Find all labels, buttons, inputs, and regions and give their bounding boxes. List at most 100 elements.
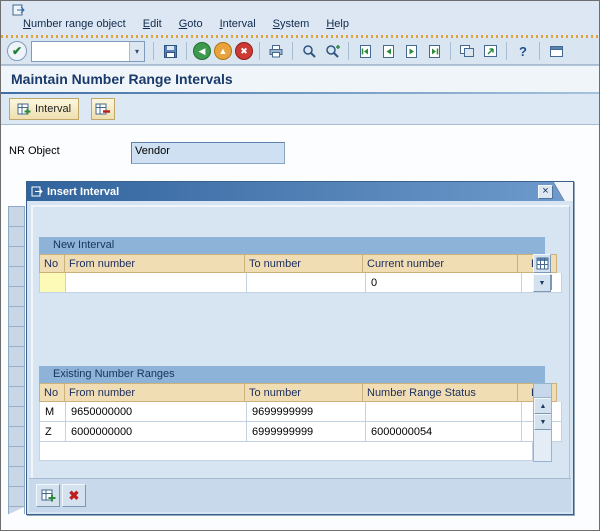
- interval-button[interactable]: Interval: [9, 98, 80, 120]
- arrow-down-icon: ▼: [539, 418, 547, 426]
- insert-icon: [41, 489, 55, 502]
- interval-button-label: Interval: [35, 103, 72, 115]
- page-title: Maintain Number Range Intervals: [11, 71, 233, 87]
- row-selector-cell[interactable]: [9, 407, 24, 427]
- enter-icon[interactable]: ✔: [7, 41, 27, 61]
- menu-system[interactable]: System: [273, 18, 310, 30]
- column-header-status: Number Range Status: [363, 383, 518, 402]
- save-button[interactable]: [159, 41, 181, 62]
- toolbar-separator: [450, 42, 451, 60]
- menu-goto[interactable]: Goto: [179, 18, 203, 30]
- dialog-corner-fold: [551, 182, 573, 201]
- back-icon: ◀: [198, 45, 206, 56]
- delete-interval-button[interactable]: [91, 98, 115, 120]
- row-selector-cell[interactable]: [9, 207, 24, 227]
- row-selector-cell[interactable]: [9, 287, 24, 307]
- row-selector-cell[interactable]: [9, 227, 24, 247]
- create-shortcut-button[interactable]: [479, 41, 501, 62]
- row-selector-cell[interactable]: [9, 467, 24, 487]
- new-from-cell[interactable]: [66, 273, 247, 293]
- save-icon: [163, 44, 177, 58]
- toolbar-separator: [506, 42, 507, 60]
- menu-interval[interactable]: Interval: [220, 18, 256, 30]
- insert-button[interactable]: [36, 484, 60, 507]
- scrollbar-thumb[interactable]: [534, 384, 551, 398]
- insert-interval-dialog: Insert Interval × New Interval No From n…: [26, 181, 574, 515]
- previous-page-icon: [382, 44, 394, 58]
- existing-from-cell[interactable]: 9650000000: [66, 402, 247, 422]
- scroll-down-button[interactable]: ▼: [534, 414, 551, 430]
- command-input[interactable]: [32, 41, 129, 61]
- menu-number-range-object[interactable]: Number range object: [23, 18, 126, 30]
- table-settings-icon: [536, 257, 548, 270]
- row-selector-cell[interactable]: [9, 447, 24, 467]
- exit-button[interactable]: ▲: [214, 42, 232, 60]
- existing-status-cell[interactable]: [366, 402, 522, 422]
- table-settings-button[interactable]: [533, 254, 551, 273]
- customize-layout-button[interactable]: [545, 41, 567, 62]
- existing-no-cell[interactable]: M: [39, 402, 66, 422]
- row-selector-cell[interactable]: [9, 367, 24, 387]
- new-interval-row: 0: [39, 273, 562, 293]
- existing-no-cell[interactable]: Z: [39, 422, 66, 442]
- dialog-footer: ✖: [29, 478, 571, 512]
- command-dropdown-icon[interactable]: ▾: [129, 41, 144, 61]
- column-header-no: No: [39, 254, 65, 273]
- existing-header-row: No From number To number Number Range St…: [39, 383, 557, 402]
- back-button[interactable]: ◀: [193, 42, 211, 60]
- existing-to-cell[interactable]: 6999999999: [247, 422, 366, 442]
- next-page-button[interactable]: [400, 41, 422, 62]
- help-icon: ?: [519, 43, 527, 59]
- close-icon: ×: [542, 185, 549, 197]
- cancel-button[interactable]: ✖: [235, 42, 253, 60]
- application-toolbar: Interval: [1, 94, 599, 125]
- title-area: Maintain Number Range Intervals: [1, 67, 599, 92]
- row-selector-cell[interactable]: [9, 267, 24, 287]
- dialog-cancel-button[interactable]: ✖: [62, 484, 86, 507]
- command-field[interactable]: ▾: [31, 40, 145, 62]
- row-selector-cell[interactable]: [9, 427, 24, 447]
- menu-help[interactable]: Help: [326, 18, 349, 30]
- menubar: Number range object Edit Goto Interval S…: [23, 18, 349, 30]
- toolbar-separator: [539, 42, 540, 60]
- first-page-icon: [359, 44, 371, 58]
- new-no-cell[interactable]: [39, 273, 66, 293]
- new-interval-scroll-down-button[interactable]: ▼: [533, 274, 551, 292]
- dialog-titlebar[interactable]: Insert Interval ×: [27, 182, 573, 201]
- last-page-icon: [428, 44, 440, 58]
- find-button[interactable]: [298, 41, 320, 62]
- row-selector-end: [9, 507, 24, 514]
- delete-interval-icon: [95, 103, 110, 115]
- new-to-cell[interactable]: [247, 273, 366, 293]
- find-next-button[interactable]: [321, 41, 343, 62]
- new-session-button[interactable]: [456, 41, 478, 62]
- existing-table-scrollbar: ▲ ▼: [533, 383, 552, 462]
- row-selector-cell[interactable]: [9, 487, 24, 507]
- customize-layout-icon: [549, 45, 563, 57]
- menu-edit[interactable]: Edit: [143, 18, 162, 30]
- existing-status-cell[interactable]: 6000000054: [366, 422, 522, 442]
- row-selector-cell[interactable]: [9, 307, 24, 327]
- existing-from-cell[interactable]: 6000000000: [66, 422, 247, 442]
- insert-interval-icon: [17, 103, 31, 115]
- existing-to-cell[interactable]: 9699999999: [247, 402, 366, 422]
- arrow-down-icon: ▼: [538, 279, 546, 287]
- row-selector-cell[interactable]: [9, 347, 24, 367]
- nr-object-field[interactable]: Vendor: [131, 142, 285, 164]
- row-selector-cell[interactable]: [9, 327, 24, 347]
- new-current-cell[interactable]: 0: [366, 273, 522, 293]
- print-button[interactable]: [265, 41, 287, 62]
- dialog-close-button[interactable]: ×: [538, 184, 553, 199]
- row-selector-cell[interactable]: [9, 387, 24, 407]
- toolbar-separator: [153, 42, 154, 60]
- first-page-button[interactable]: [354, 41, 376, 62]
- last-page-button[interactable]: [423, 41, 445, 62]
- row-selector-cell[interactable]: [9, 247, 24, 267]
- previous-page-button[interactable]: [377, 41, 399, 62]
- screen-icon[interactable]: [12, 4, 25, 16]
- print-icon: [269, 45, 283, 58]
- help-button[interactable]: ?: [512, 41, 534, 62]
- scroll-up-button[interactable]: ▲: [534, 398, 551, 414]
- column-header-current: Current number: [363, 254, 518, 273]
- cancel-icon: ✖: [240, 45, 248, 56]
